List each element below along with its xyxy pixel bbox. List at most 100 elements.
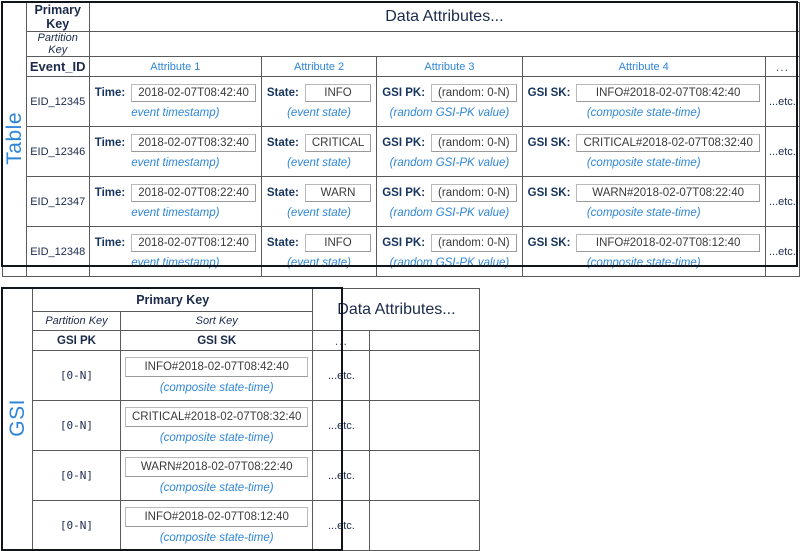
table-col-attribute-1: Attribute 1 — [88, 56, 262, 77]
gsi-pk-value: (random: 0-N) — [431, 134, 517, 152]
gsi-col-gsi-sk: GSI SK — [119, 330, 314, 351]
gsi-pk-key-label: GSI PK: — [382, 237, 426, 249]
table-row: EID_12347 Time: 2018-02-07T08:22:40 even… — [3, 176, 800, 227]
gsi-pk-key-label: GSI PK: — [382, 137, 426, 149]
table-col-more: ... — [764, 56, 800, 77]
time-value: 2018-02-07T08:12:40 — [131, 234, 256, 252]
gsi-sk-note: (composite state-time) — [586, 257, 701, 269]
time-note: event timestamp) — [131, 207, 220, 219]
state-key-label: State: — [266, 137, 299, 149]
gsi-pk-value: (random: 0-N) — [431, 234, 517, 252]
table-cell-event-id: EID_12346 — [25, 126, 90, 177]
gsi-cell-more: ...etc. — [312, 450, 371, 501]
table-col-event-id: Event_ID — [25, 56, 90, 77]
state-value: INFO — [304, 84, 372, 102]
table-grid: Table Primary Key Data Attributes... Par… — [2, 2, 800, 277]
table-cell-attribute-3: GSI PK: (random: 0-N) (random GSI-PK val… — [376, 126, 523, 177]
gsi-cell-pk: [0-N] — [32, 400, 121, 451]
gsi-pk-note: (random GSI-PK value) — [389, 257, 510, 269]
table-cell-attribute-1: Time: 2018-02-07T08:12:40 event timestam… — [88, 226, 262, 277]
gsi-diagram: GSI Primary Key Data Attributes... Parti… — [2, 288, 481, 551]
table-col-attribute-2: Attribute 2 — [260, 56, 378, 77]
gsi-side-label-cell: GSI — [2, 288, 33, 551]
table-col-attribute-3: Attribute 3 — [376, 56, 523, 77]
gsi-header-spacer — [369, 330, 481, 351]
gsi-sk-key-label: GSI SK: — [527, 137, 571, 149]
table-cell-more: ...etc. — [764, 226, 800, 277]
gsi-pk-value: (random: 0-N) — [431, 84, 517, 102]
table-cell-attribute-3: GSI PK: (random: 0-N) (random GSI-PK val… — [376, 76, 523, 127]
table-header-blue-filler — [88, 31, 800, 57]
gsi-sk-note: (composite state-time) — [159, 381, 274, 394]
table-header-band-primary: Table Primary Key Data Attributes... — [2, 2, 800, 277]
gsi-sk-key-label: GSI SK: — [527, 237, 571, 249]
state-value: CRITICAL — [304, 134, 372, 152]
gsi-sk-note: (composite state-time) — [586, 107, 701, 119]
state-value: WARN — [304, 184, 372, 202]
time-note: event timestamp) — [131, 107, 220, 119]
state-note: (event state) — [287, 207, 352, 219]
table-diagram: Table Primary Key Data Attributes... Par… — [2, 2, 800, 277]
table-side-label-cell: Table — [2, 2, 27, 277]
table-row: EID_12345 Time: 2018-02-07T08:42:40 even… — [3, 76, 800, 127]
time-key-label: Time: — [94, 87, 126, 99]
gsi-sk-value: INFO#2018-02-07T08:42:40 — [125, 356, 309, 377]
state-note: (event state) — [287, 257, 352, 269]
table-partition-key-header: Partition Key — [25, 31, 90, 57]
gsi-row: [0-N] CRITICAL#2018-02-07T08:32:40 (comp… — [3, 400, 481, 451]
gsi-pk-note: (random GSI-PK value) — [389, 207, 510, 219]
gsi-pk-key-label: GSI PK: — [382, 187, 426, 199]
table-cell-attribute-4: GSI SK: WARN#2018-02-07T08:22:40 (compos… — [521, 176, 766, 227]
gsi-sk-value: WARN#2018-02-07T08:22:40 — [125, 456, 309, 477]
gsi-cell-more: ...etc. — [312, 350, 371, 401]
table-data-attributes-header: Data Attributes... — [88, 2, 800, 32]
table-cell-attribute-2: State: INFO (event state) — [260, 226, 378, 277]
gsi-cell-pk: [0-N] — [32, 500, 121, 551]
gsi-sk-key-label: GSI SK: — [527, 187, 571, 199]
gsi-cell-pk: [0-N] — [32, 350, 121, 401]
table-cell-attribute-2: State: WARN (event state) — [260, 176, 378, 227]
state-note: (event state) — [287, 107, 352, 119]
gsi-sk-note: (composite state-time) — [159, 531, 274, 544]
time-value: 2018-02-07T08:42:40 — [131, 84, 256, 102]
table-cell-event-id: EID_12345 — [25, 76, 90, 127]
time-key-label: Time: — [94, 187, 126, 199]
table-cell-attribute-2: State: INFO (event state) — [260, 76, 378, 127]
time-note: event timestamp) — [131, 157, 220, 169]
table-row: EID_12346 Time: 2018-02-07T08:32:40 even… — [3, 126, 800, 177]
table-cell-event-id: EID_12348 — [25, 226, 90, 277]
gsi-cell-more: ...etc. — [312, 500, 371, 551]
gsi-col-gsi-pk: GSI PK — [32, 330, 121, 351]
table-header-band-partition: Partition Key — [3, 31, 800, 57]
table-cell-attribute-4: GSI SK: INFO#2018-02-07T08:42:40 (compos… — [521, 76, 766, 127]
state-value: INFO — [304, 234, 372, 252]
gsi-column-header-row: GSI PK GSI SK ... — [3, 330, 481, 351]
gsi-sk-note: (composite state-time) — [586, 157, 701, 169]
gsi-cell-pk: [0-N] — [32, 450, 121, 501]
table-cell-more: ...etc. — [764, 76, 800, 127]
table-cell-event-id: EID_12347 — [25, 176, 90, 227]
gsi-row-spacer — [369, 400, 481, 451]
state-key-label: State: — [266, 237, 299, 249]
gsi-row-spacer — [369, 500, 481, 551]
gsi-cell-sk: INFO#2018-02-07T08:42:40 (composite stat… — [119, 350, 314, 401]
table-cell-attribute-4: GSI SK: INFO#2018-02-07T08:12:40 (compos… — [521, 226, 766, 277]
gsi-pk-note: (random GSI-PK value) — [389, 107, 510, 119]
table-cell-more: ...etc. — [764, 176, 800, 227]
gsi-cell-sk: WARN#2018-02-07T08:22:40 (composite stat… — [119, 450, 314, 501]
state-key-label: State: — [266, 187, 299, 199]
gsi-header-band-primary: GSI Primary Key Data Attributes... — [2, 288, 481, 551]
table-cell-attribute-3: GSI PK: (random: 0-N) (random GSI-PK val… — [376, 176, 523, 227]
gsi-sort-key-header: Sort Key — [119, 311, 314, 331]
gsi-primary-key-header: Primary Key — [31, 288, 314, 312]
time-key-label: Time: — [94, 137, 126, 149]
gsi-row: [0-N] WARN#2018-02-07T08:22:40 (composit… — [3, 450, 481, 501]
gsi-row: [0-N] INFO#2018-02-07T08:42:40 (composit… — [3, 350, 481, 401]
gsi-sk-note: (composite state-time) — [159, 481, 274, 494]
table-col-attribute-4: Attribute 4 — [521, 56, 766, 77]
table-side-label: Table — [2, 111, 26, 165]
gsi-sk-note: (composite state-time) — [159, 431, 274, 444]
gsi-row-spacer — [369, 350, 481, 401]
gsi-sk-value: INFO#2018-02-07T08:12:40 — [125, 506, 309, 527]
state-key-label: State: — [266, 87, 299, 99]
